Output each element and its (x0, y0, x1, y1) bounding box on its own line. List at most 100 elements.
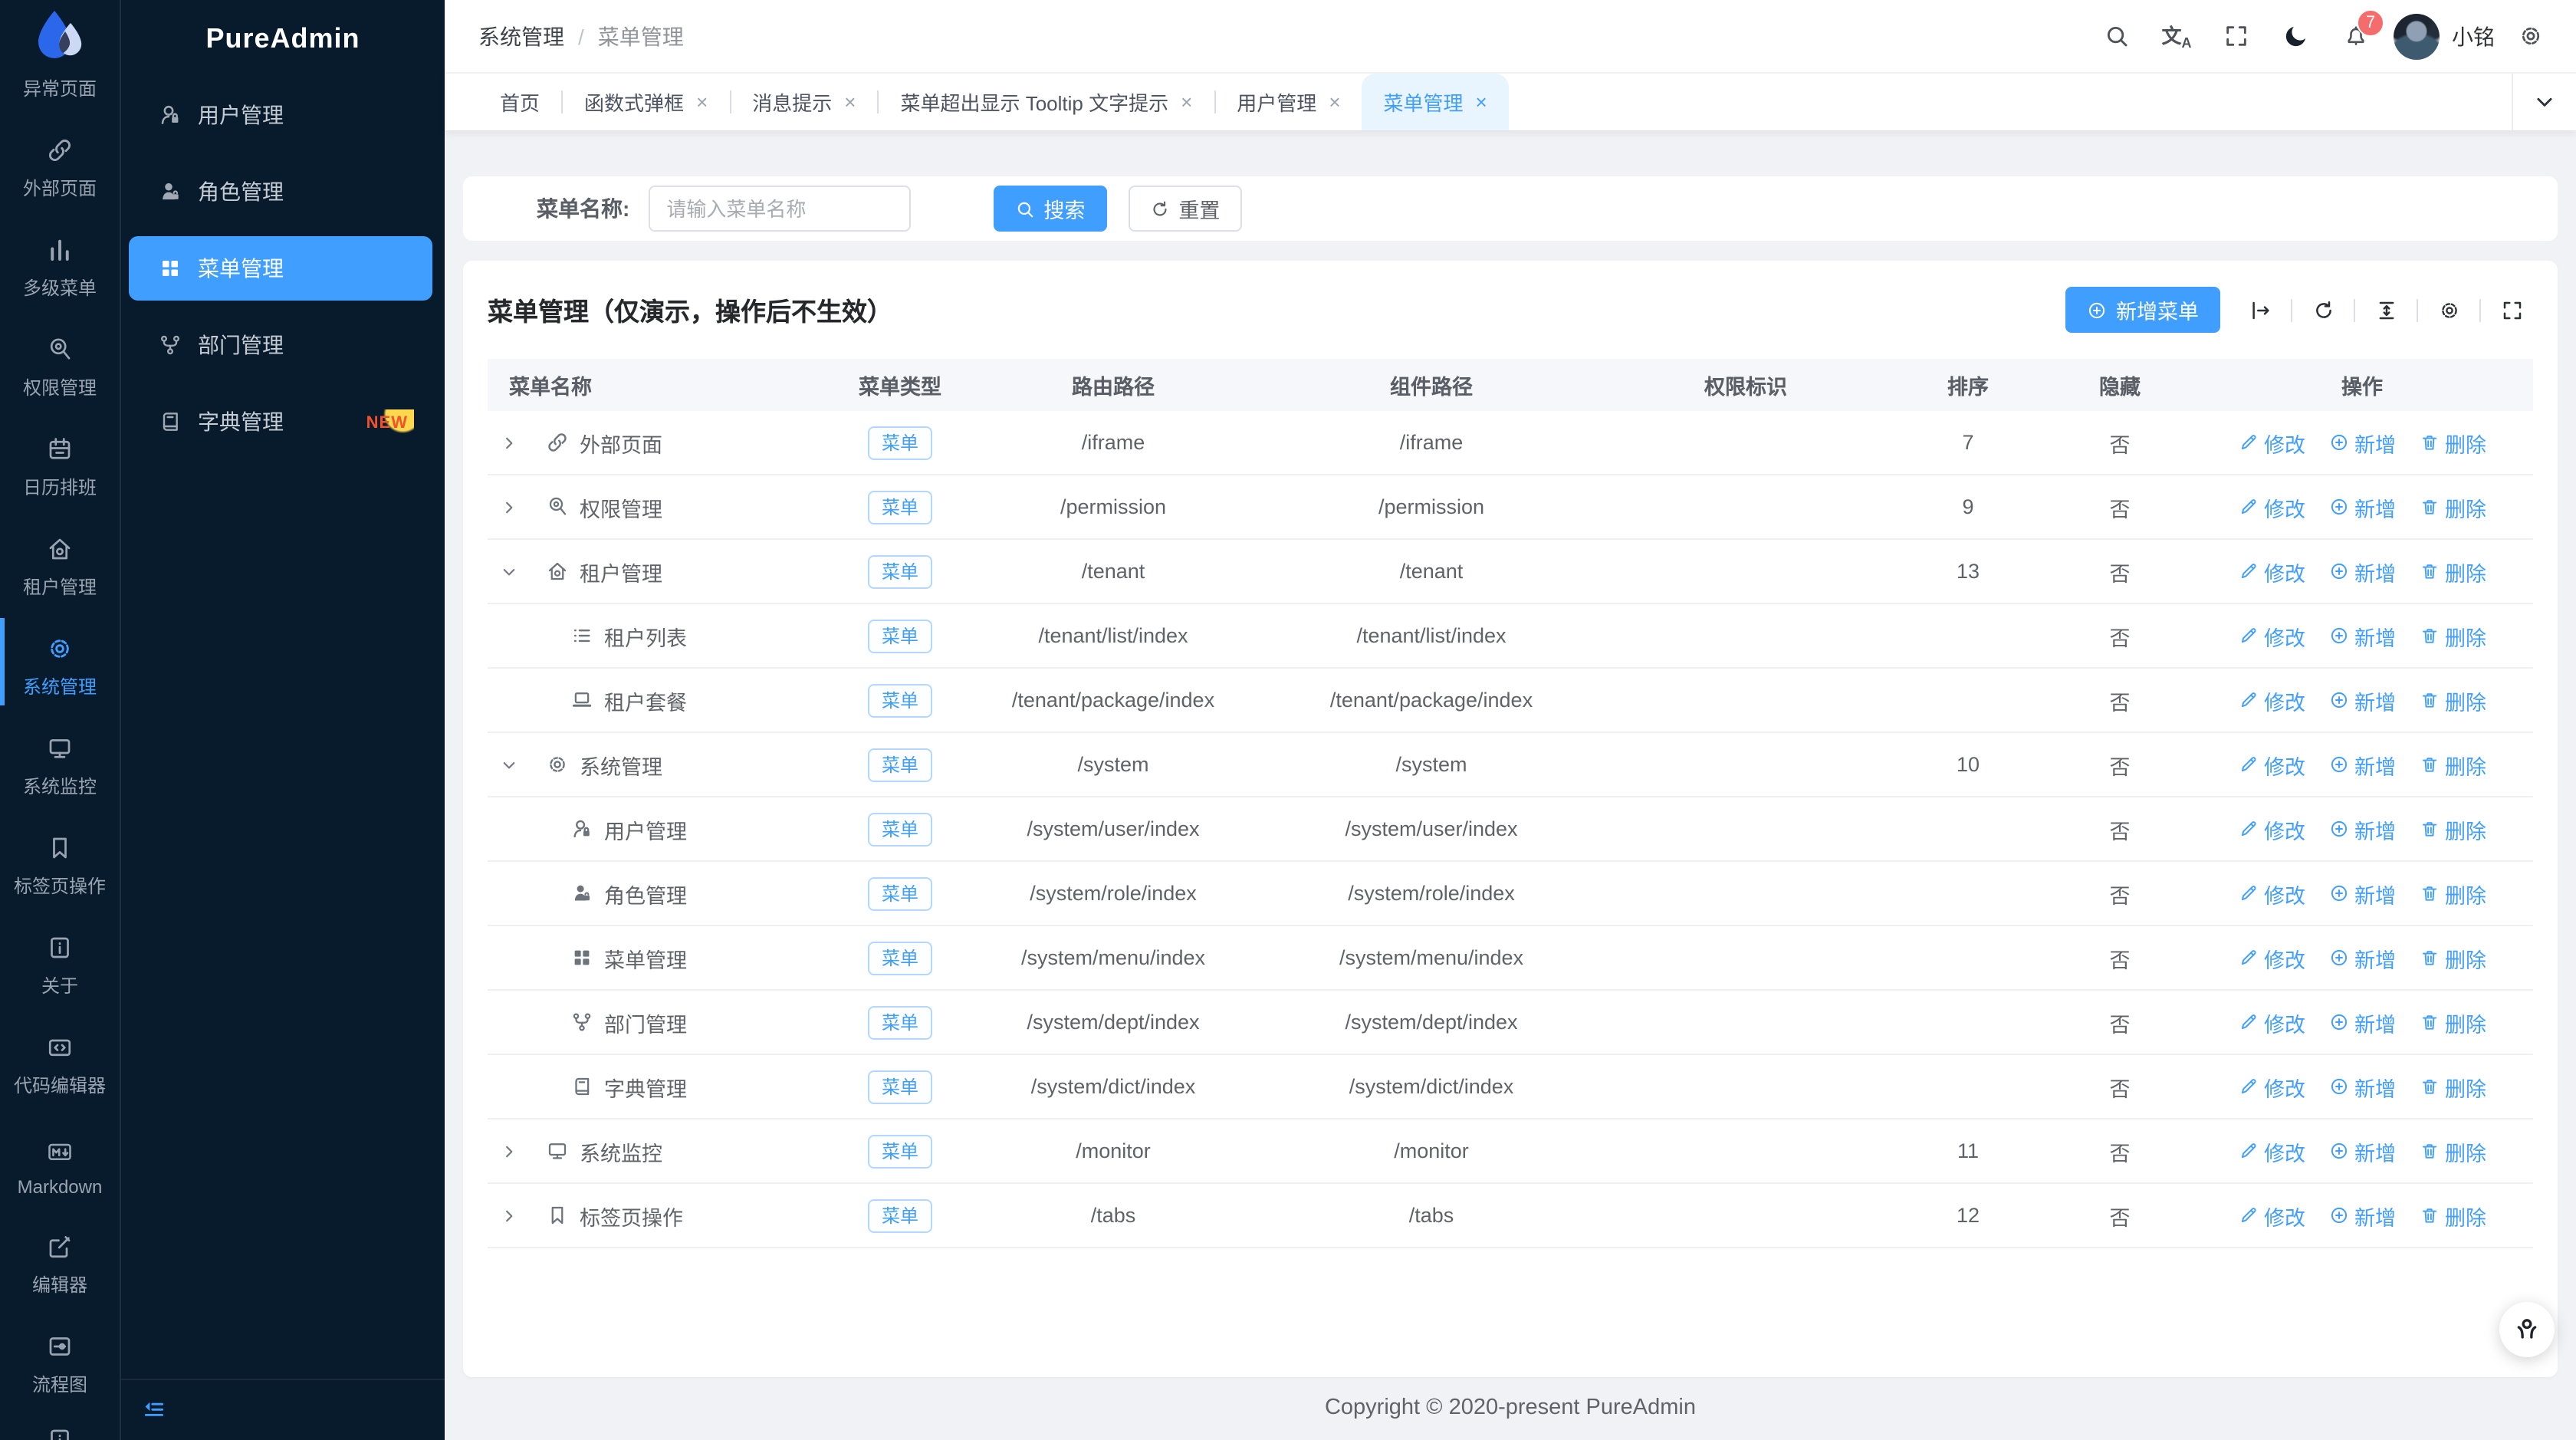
rail-item-system-monitor[interactable]: 系统监控 (0, 712, 120, 811)
reset-button[interactable]: 重置 (1128, 186, 1241, 232)
app-logo[interactable] (0, 0, 120, 74)
action-label: 新增 (2354, 1071, 2396, 1102)
row-delete-button[interactable]: 删除 (2419, 1136, 2486, 1166)
collapse-row-icon[interactable] (497, 559, 521, 584)
refresh-table-button[interactable] (2302, 288, 2344, 331)
tab-菜单管理[interactable]: 菜单管理× (1362, 74, 1509, 130)
avatar[interactable] (2394, 13, 2440, 59)
row-edit-button[interactable]: 修改 (2238, 814, 2305, 844)
row-delete-button[interactable]: 删除 (2419, 620, 2486, 651)
row-edit-button[interactable]: 修改 (2238, 1136, 2305, 1166)
row-add-button[interactable]: 新增 (2328, 1071, 2396, 1102)
row-add-button[interactable]: 新增 (2328, 620, 2396, 651)
expand-row-icon[interactable] (497, 430, 521, 455)
row-add-button[interactable]: 新增 (2328, 814, 2396, 844)
density-button[interactable] (2364, 288, 2407, 331)
tabs-dropdown-button[interactable] (2512, 74, 2576, 130)
rail-item-code-editor[interactable]: 代码编辑器 (0, 1011, 120, 1110)
row-edit-button[interactable]: 修改 (2238, 878, 2305, 909)
row-add-button[interactable]: 新增 (2328, 942, 2396, 973)
tab-菜单超出显示 Tooltip 文字提示[interactable]: 菜单超出显示 Tooltip 文字提示× (879, 74, 1214, 130)
row-edit-button[interactable]: 修改 (2238, 556, 2305, 587)
rail-item-tenant[interactable]: 租户管理 (0, 512, 120, 612)
row-delete-button[interactable]: 删除 (2419, 749, 2486, 780)
sidebar-item-dept-management[interactable]: 部门管理 (129, 313, 432, 377)
row-add-button[interactable]: 新增 (2328, 427, 2396, 458)
row-delete-button[interactable]: 删除 (2419, 942, 2486, 973)
row-edit-button[interactable]: 修改 (2238, 685, 2305, 715)
rail-item-system[interactable]: 系统管理 (0, 612, 120, 712)
rail-item-external-pages[interactable]: 外部页面 (0, 113, 120, 213)
row-delete-button[interactable]: 删除 (2419, 556, 2486, 587)
add-menu-button[interactable]: 新增菜单 (2065, 287, 2220, 333)
rail-item-clipped[interactable] (46, 1426, 74, 1440)
close-icon[interactable]: × (1476, 92, 1487, 112)
search-button[interactable] (2087, 0, 2147, 73)
tab-函数式弹框[interactable]: 函数式弹框× (563, 74, 729, 130)
rail-item-editor[interactable]: 编辑器 (0, 1210, 120, 1310)
row-add-button[interactable]: 新增 (2328, 1007, 2396, 1037)
close-icon[interactable]: × (1329, 92, 1340, 112)
row-add-button[interactable]: 新增 (2328, 1136, 2396, 1166)
row-edit-button[interactable]: 修改 (2238, 1007, 2305, 1037)
rail-item-tab-operations[interactable]: 标签页操作 (0, 811, 120, 911)
sidebar-item-dict-management[interactable]: 字典管理NEW (129, 390, 432, 454)
menu-type-tag: 菜单 (868, 748, 932, 781)
breadcrumb-item-system[interactable]: 系统管理 (478, 21, 564, 51)
row-delete-button[interactable]: 删除 (2419, 1071, 2486, 1102)
collapse-row-icon[interactable] (497, 752, 521, 777)
tab-消息提示[interactable]: 消息提示× (731, 74, 877, 130)
settings-button[interactable] (2501, 0, 2561, 73)
ui-config-fab-button[interactable] (2499, 1302, 2555, 1357)
row-edit-button[interactable]: 修改 (2238, 749, 2305, 780)
row-delete-button[interactable]: 删除 (2419, 878, 2486, 909)
row-edit-button[interactable]: 修改 (2238, 942, 2305, 973)
rail-item-about[interactable]: 关于 (0, 911, 120, 1011)
fullscreen-button[interactable] (2206, 0, 2266, 73)
rail-item-exception-pages[interactable]: 异常页面 (0, 74, 120, 113)
menu-name-input[interactable] (648, 186, 910, 232)
row-delete-button[interactable]: 删除 (2419, 492, 2486, 522)
tab-用户管理[interactable]: 用户管理× (1215, 74, 1362, 130)
row-delete-button[interactable]: 删除 (2419, 685, 2486, 715)
notifications-button[interactable]: 7 (2326, 0, 2386, 73)
close-icon[interactable]: × (1181, 92, 1192, 112)
row-edit-button[interactable]: 修改 (2238, 620, 2305, 651)
expand-row-icon[interactable] (497, 1203, 521, 1228)
row-delete-button[interactable]: 删除 (2419, 1007, 2486, 1037)
column-settings-button[interactable] (2427, 288, 2470, 331)
rail-item-flowchart[interactable]: 流程图 (0, 1310, 120, 1409)
row-edit-button[interactable]: 修改 (2238, 1200, 2305, 1231)
expand-row-icon[interactable] (497, 495, 521, 519)
row-edit-button[interactable]: 修改 (2238, 427, 2305, 458)
rail-item-permission[interactable]: 权限管理 (0, 313, 120, 413)
row-delete-button[interactable]: 删除 (2419, 1200, 2486, 1231)
row-edit-button[interactable]: 修改 (2238, 492, 2305, 522)
table-fullscreen-button[interactable] (2490, 288, 2533, 331)
row-add-button[interactable]: 新增 (2328, 749, 2396, 780)
sidebar-item-menu-management[interactable]: 菜单管理 (129, 236, 432, 301)
row-add-button[interactable]: 新增 (2328, 1200, 2396, 1231)
row-add-button[interactable]: 新增 (2328, 685, 2396, 715)
row-delete-button[interactable]: 删除 (2419, 427, 2486, 458)
tab-首页[interactable]: 首页 (478, 74, 561, 130)
sidebar-item-user-management[interactable]: 用户管理 (129, 83, 432, 147)
expand-row-icon[interactable] (497, 1139, 521, 1163)
close-icon[interactable]: × (844, 92, 856, 112)
translate-button[interactable]: 文A (2147, 0, 2206, 73)
rail-item-calendar-schedule[interactable]: 日历排班 (0, 413, 120, 512)
row-add-button[interactable]: 新增 (2328, 878, 2396, 909)
close-icon[interactable]: × (696, 92, 708, 112)
search-submit-button[interactable]: 搜索 (993, 186, 1106, 232)
rail-item-markdown[interactable]: Markdown (0, 1110, 120, 1210)
sidebar-collapse-button[interactable] (121, 1379, 445, 1440)
expand-toggle-button[interactable] (2239, 288, 2282, 331)
row-add-button[interactable]: 新增 (2328, 492, 2396, 522)
dark-mode-toggle[interactable] (2266, 0, 2326, 73)
row-edit-button[interactable]: 修改 (2238, 1071, 2305, 1102)
sidebar-item-role-management[interactable]: 角色管理 (129, 159, 432, 224)
row-add-button[interactable]: 新增 (2328, 556, 2396, 587)
row-delete-button[interactable]: 删除 (2419, 814, 2486, 844)
rail-item-multi-level-menu[interactable]: 多级菜单 (0, 213, 120, 313)
username[interactable]: 小铭 (2452, 21, 2495, 51)
